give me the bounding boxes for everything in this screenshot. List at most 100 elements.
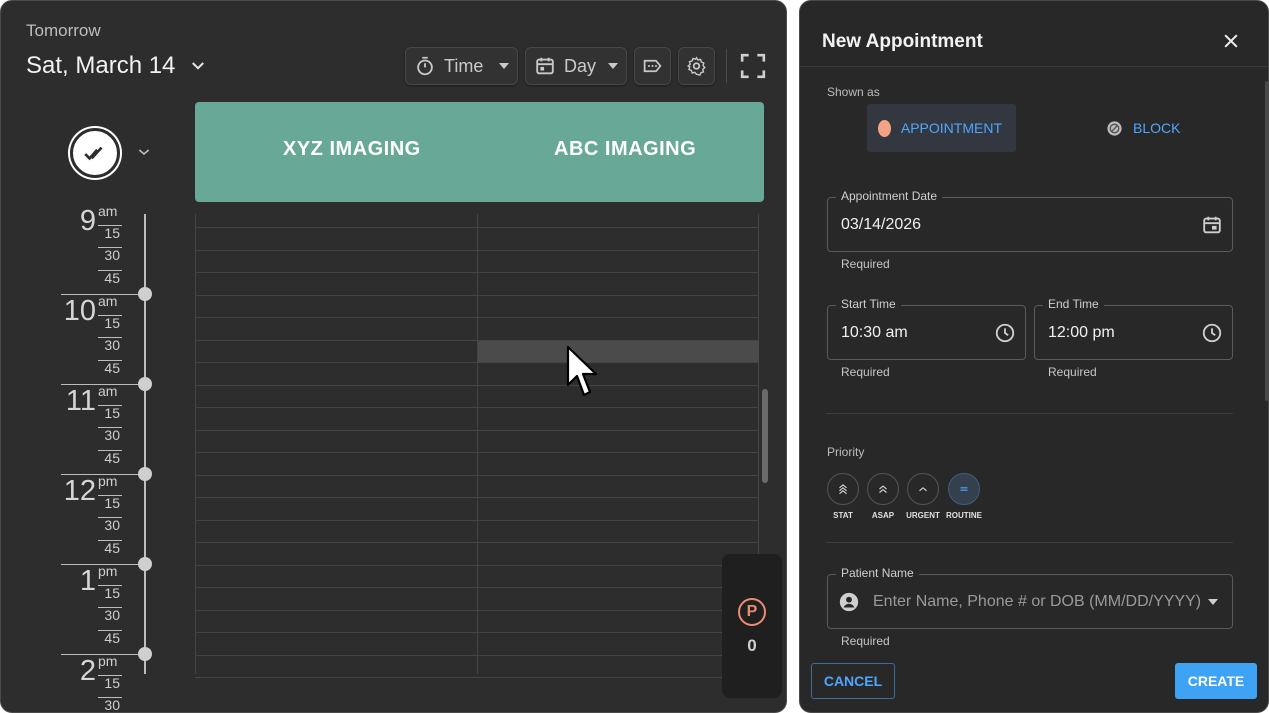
chevron-down-icon[interactable] <box>136 144 152 160</box>
grid-row-line <box>195 407 759 408</box>
priority-routine-button[interactable] <box>948 473 980 505</box>
caret-down-icon <box>499 63 509 69</box>
priority-asap[interactable]: ASAP <box>866 473 900 520</box>
shown-as-appointment-label: APPOINTMENT <box>900 120 1002 136</box>
toolbar-divider <box>726 49 727 83</box>
time-dropdown-label: Time <box>444 55 484 76</box>
resource-header: XYZ IMAGING ABC IMAGING <box>195 102 764 202</box>
priority-routine[interactable]: ROUTINE <box>946 473 982 520</box>
calendar-icon[interactable] <box>1201 214 1223 236</box>
hour-label: 9 <box>79 205 96 237</box>
create-button[interactable]: CREATE <box>1175 663 1257 699</box>
cancel-button[interactable]: CANCEL <box>811 663 895 699</box>
priority-urgent[interactable]: URGENT <box>906 473 940 520</box>
end-time-field[interactable]: End Time 12:00 pm <box>1034 297 1233 360</box>
patient-name-input[interactable]: Enter Name, Phone # or DOB (MM/DD/YYYY) <box>873 593 1201 611</box>
minute-label: 15 <box>104 224 120 241</box>
view-dropdown[interactable]: Day <box>525 47 627 85</box>
minute-label: 45 <box>104 359 120 376</box>
fullscreen-icon[interactable] <box>740 53 766 79</box>
appointment-date-value: 03/14/2026 <box>841 216 922 233</box>
section-divider <box>826 413 1233 414</box>
grid-row-line <box>195 384 759 386</box>
shown-as-label: Shown as <box>827 85 880 99</box>
start-time-field[interactable]: Start Time 10:30 am <box>827 297 1026 360</box>
clock-icon[interactable] <box>1201 322 1223 344</box>
calendar-panel: Tomorrow Sat, March 14 Time Day XYZ IMAG… <box>0 0 787 713</box>
hour-label: 10 <box>63 295 96 327</box>
resource-abc-imaging[interactable]: ABC IMAGING <box>554 138 696 161</box>
minute-label: 30 <box>104 607 120 623</box>
calendar-scrollbar[interactable] <box>762 389 768 483</box>
triple-chevron-up-icon <box>839 484 847 495</box>
minute-label: 15 <box>104 494 120 511</box>
grid-row-line <box>195 249 759 251</box>
caret-down-icon[interactable] <box>1208 599 1218 605</box>
hovered-time-slot[interactable] <box>478 341 759 363</box>
date-selector[interactable]: Sat, March 14 <box>26 52 207 80</box>
block-icon <box>1107 120 1122 136</box>
hour-tick <box>61 384 143 385</box>
grid-row-line <box>195 609 759 611</box>
shown-as-appointment[interactable]: APPOINTMENT <box>867 104 1016 152</box>
shown-as-block-label: BLOCK <box>1133 120 1181 136</box>
timeline-dot <box>138 557 152 571</box>
hour-tick <box>61 654 143 655</box>
date-subtitle: Tomorrow <box>26 21 101 40</box>
hour-label: 2 <box>79 655 96 687</box>
pending-badge: P <box>738 598 766 626</box>
gear-icon <box>686 56 706 76</box>
ampm-label: am <box>98 293 118 309</box>
appointment-date-field[interactable]: Appointment Date 03/14/2026 <box>827 189 1233 252</box>
grid-column-divider <box>477 214 478 674</box>
section-divider <box>826 542 1233 543</box>
patient-name-helper: Required <box>841 634 890 648</box>
hour-label: 12 <box>63 475 96 507</box>
time-dropdown[interactable]: Time <box>405 47 518 85</box>
caret-down-icon <box>608 63 618 69</box>
form-scrollbar[interactable] <box>1265 81 1268 401</box>
priority-stat[interactable]: STAT <box>826 473 860 520</box>
double-chevron-up-icon <box>879 485 887 493</box>
end-time-value: 12:00 pm <box>1048 324 1115 341</box>
calendar-icon <box>536 57 554 75</box>
minute-label: 45 <box>104 449 120 466</box>
grid-row-line <box>195 339 759 341</box>
stopwatch-icon <box>417 56 433 76</box>
start-time-label: Start Time <box>836 297 901 311</box>
appointment-dot-icon <box>878 119 891 137</box>
person-icon <box>839 592 859 612</box>
grid-row-line <box>195 317 759 318</box>
patient-name-field[interactable]: Patient Name Enter Name, Phone # or DOB … <box>827 566 1233 629</box>
priority-stat-button[interactable] <box>827 473 859 505</box>
minute-label: 45 <box>104 539 120 556</box>
close-icon[interactable] <box>1221 31 1241 51</box>
minute-label: 30 <box>104 247 120 263</box>
minute-label: 15 <box>104 674 120 691</box>
schedule-grid[interactable] <box>195 214 761 678</box>
priority-asap-button[interactable] <box>867 473 899 505</box>
clock-icon[interactable] <box>994 322 1016 344</box>
timeline-dot <box>138 287 152 301</box>
hour-tick <box>61 474 143 475</box>
hour-label: 1 <box>79 565 96 597</box>
ampm-label: pm <box>98 653 118 669</box>
priority-urgent-button[interactable] <box>907 473 939 505</box>
double-check-icon <box>84 146 103 161</box>
view-dropdown-label: Day <box>564 55 597 76</box>
pending-card[interactable]: P 0 <box>722 554 782 698</box>
minute-label: 15 <box>104 404 120 421</box>
grid-row-line <box>195 564 759 566</box>
select-all-check[interactable] <box>70 128 120 178</box>
label-button[interactable] <box>634 47 671 85</box>
resource-xyz-imaging[interactable]: XYZ IMAGING <box>283 138 421 161</box>
ampm-label: pm <box>98 473 118 489</box>
grid-row-line <box>195 654 759 656</box>
end-time-helper: Required <box>1048 365 1097 379</box>
settings-button[interactable] <box>678 47 715 85</box>
shown-as-block[interactable]: BLOCK <box>1106 104 1180 152</box>
start-time-value: 10:30 am <box>841 324 908 341</box>
grid-row-line <box>195 542 759 543</box>
minute-label: 15 <box>104 584 120 601</box>
grid-row-line <box>195 362 759 363</box>
